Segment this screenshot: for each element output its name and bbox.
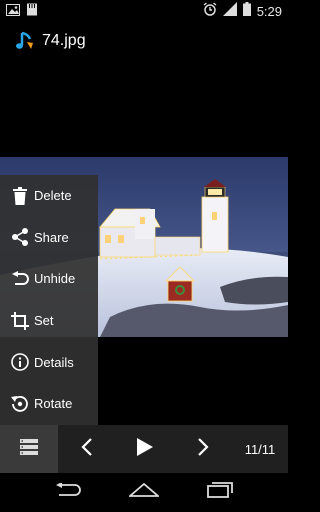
menu-item-set[interactable]: Set — [0, 300, 98, 342]
menu-item-label: Unhide — [34, 271, 76, 287]
battery-icon — [242, 2, 251, 21]
previous-button[interactable] — [58, 425, 116, 473]
play-button[interactable] — [116, 425, 174, 473]
status-time: 5:29 — [256, 4, 282, 19]
play-icon — [137, 437, 153, 461]
back-icon — [55, 482, 81, 502]
navigation-bar — [0, 473, 288, 512]
menu-item-share[interactable]: Share — [0, 217, 98, 259]
recents-button[interactable] — [200, 478, 240, 508]
next-button[interactable] — [174, 425, 232, 473]
music-note-icon[interactable] — [14, 30, 36, 52]
storage-notification-icon — [26, 3, 38, 21]
home-button[interactable] — [124, 478, 164, 508]
menu-item-rotate[interactable]: Rotate — [0, 383, 98, 425]
menu-item-delete[interactable]: Delete — [0, 175, 98, 217]
signal-icon — [222, 2, 237, 21]
crop-icon — [10, 311, 30, 331]
menu-item-label: Delete — [34, 188, 72, 204]
page-title: 74.jpg — [42, 32, 86, 49]
rotate-icon — [10, 394, 30, 414]
menu-toggle-button[interactable] — [0, 425, 58, 473]
playback-controls: 11/11 — [58, 425, 288, 473]
menu-item-label: Rotate — [34, 396, 73, 412]
back-button[interactable] — [48, 478, 88, 508]
share-icon — [10, 227, 30, 247]
undo-icon — [10, 269, 30, 289]
menu-item-label: Details — [34, 354, 74, 370]
alarm-icon — [203, 2, 217, 21]
trash-icon — [10, 186, 30, 206]
chevron-right-icon — [197, 437, 209, 461]
status-bar: 5:29 — [0, 0, 288, 21]
image-counter: 11/11 — [244, 441, 276, 457]
home-icon — [127, 482, 161, 502]
status-left — [6, 3, 38, 21]
photo-notification-icon — [6, 3, 20, 21]
recents-icon — [207, 482, 233, 503]
menu-list-icon — [20, 438, 38, 460]
chevron-left-icon — [81, 437, 93, 461]
info-icon — [10, 352, 30, 372]
action-menu: Delete Share Unhide Set Details Rotate — [0, 175, 98, 425]
title-bar: 74.jpg — [0, 24, 288, 58]
menu-item-label: Share — [34, 229, 69, 245]
menu-item-unhide[interactable]: Unhide — [0, 258, 98, 300]
status-right: 5:29 — [203, 2, 282, 21]
screen: 5:29 74.jpg Delete Share Unhide Set Deta… — [0, 0, 288, 512]
menu-item-details[interactable]: Details — [0, 341, 98, 383]
menu-item-label: Set — [34, 313, 54, 329]
